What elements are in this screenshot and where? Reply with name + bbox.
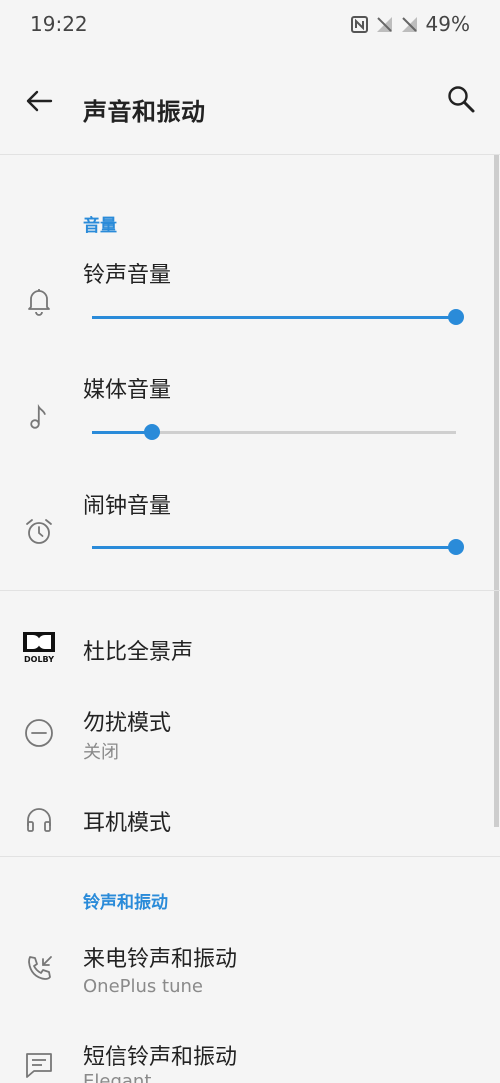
message-icon — [22, 1048, 56, 1082]
do-not-disturb-icon — [22, 716, 56, 750]
media-volume-label: 媒体音量 — [83, 378, 172, 403]
search-icon — [448, 86, 475, 113]
ringtone-volume-slider[interactable] — [92, 307, 464, 327]
back-button[interactable] — [22, 84, 56, 118]
scrollbar[interactable] — [494, 155, 499, 827]
slider-fill — [92, 316, 456, 319]
slider-fill — [92, 431, 153, 434]
incoming-call-ringtone-row[interactable]: 来电铃声和振动 OnePlus tune — [0, 928, 494, 1018]
no-signal-icon — [376, 16, 393, 33]
do-not-disturb-label: 勿扰模式 — [83, 711, 172, 736]
sms-ringtone-value: Elegant — [83, 1071, 152, 1083]
dolby-atmos-row[interactable]: DOLBY 杜比全景声 — [0, 602, 494, 692]
incoming-call-ringtone-value: OnePlus tune — [83, 976, 203, 997]
alarm-clock-icon — [22, 515, 56, 549]
app-bar: 声音和振动 — [0, 48, 500, 154]
bell-icon — [22, 284, 56, 318]
section-divider-2 — [0, 856, 500, 857]
search-button[interactable] — [444, 82, 478, 116]
dolby-icon: DOLBY — [22, 628, 56, 664]
headphone-mode-label: 耳机模式 — [83, 811, 172, 836]
section-divider — [0, 590, 500, 591]
status-time: 19:22 — [30, 12, 88, 36]
section-title-ringtones: 铃声和振动 — [83, 893, 168, 913]
incoming-call-ringtone-label: 来电铃声和振动 — [83, 947, 238, 972]
slider-thumb[interactable] — [144, 424, 161, 440]
ringtone-volume-label: 铃声音量 — [83, 263, 172, 288]
alarm-volume-slider[interactable] — [92, 537, 464, 557]
alarm-volume-label: 闹钟音量 — [83, 494, 172, 519]
do-not-disturb-status: 关闭 — [83, 742, 119, 763]
no-signal-icon-2 — [401, 16, 418, 33]
slider-thumb[interactable] — [448, 539, 464, 555]
battery-percent: 49% — [425, 12, 470, 36]
headphones-icon — [22, 802, 56, 836]
status-bar: 19:22 49% — [0, 0, 500, 48]
svg-text:DOLBY: DOLBY — [24, 655, 54, 664]
status-icons: 49% — [350, 12, 470, 36]
dolby-atmos-label: 杜比全景声 — [83, 640, 194, 665]
music-note-icon — [22, 400, 56, 434]
header-divider — [0, 154, 500, 155]
page-title: 声音和振动 — [83, 98, 206, 126]
slider-thumb[interactable] — [448, 309, 464, 325]
sms-ringtone-label: 短信铃声和振动 — [83, 1045, 238, 1070]
headphone-mode-row[interactable]: 耳机模式 — [0, 784, 494, 856]
sms-ringtone-row[interactable]: 短信铃声和振动 Elegant — [0, 1018, 494, 1083]
arrow-left-icon — [26, 90, 53, 112]
section-title-volume: 音量 — [83, 216, 117, 236]
slider-fill — [92, 546, 456, 549]
phone-incoming-icon — [22, 952, 56, 986]
nfc-icon — [350, 15, 368, 33]
do-not-disturb-row[interactable]: 勿扰模式 关闭 — [0, 692, 494, 784]
media-volume-slider[interactable] — [92, 422, 456, 442]
